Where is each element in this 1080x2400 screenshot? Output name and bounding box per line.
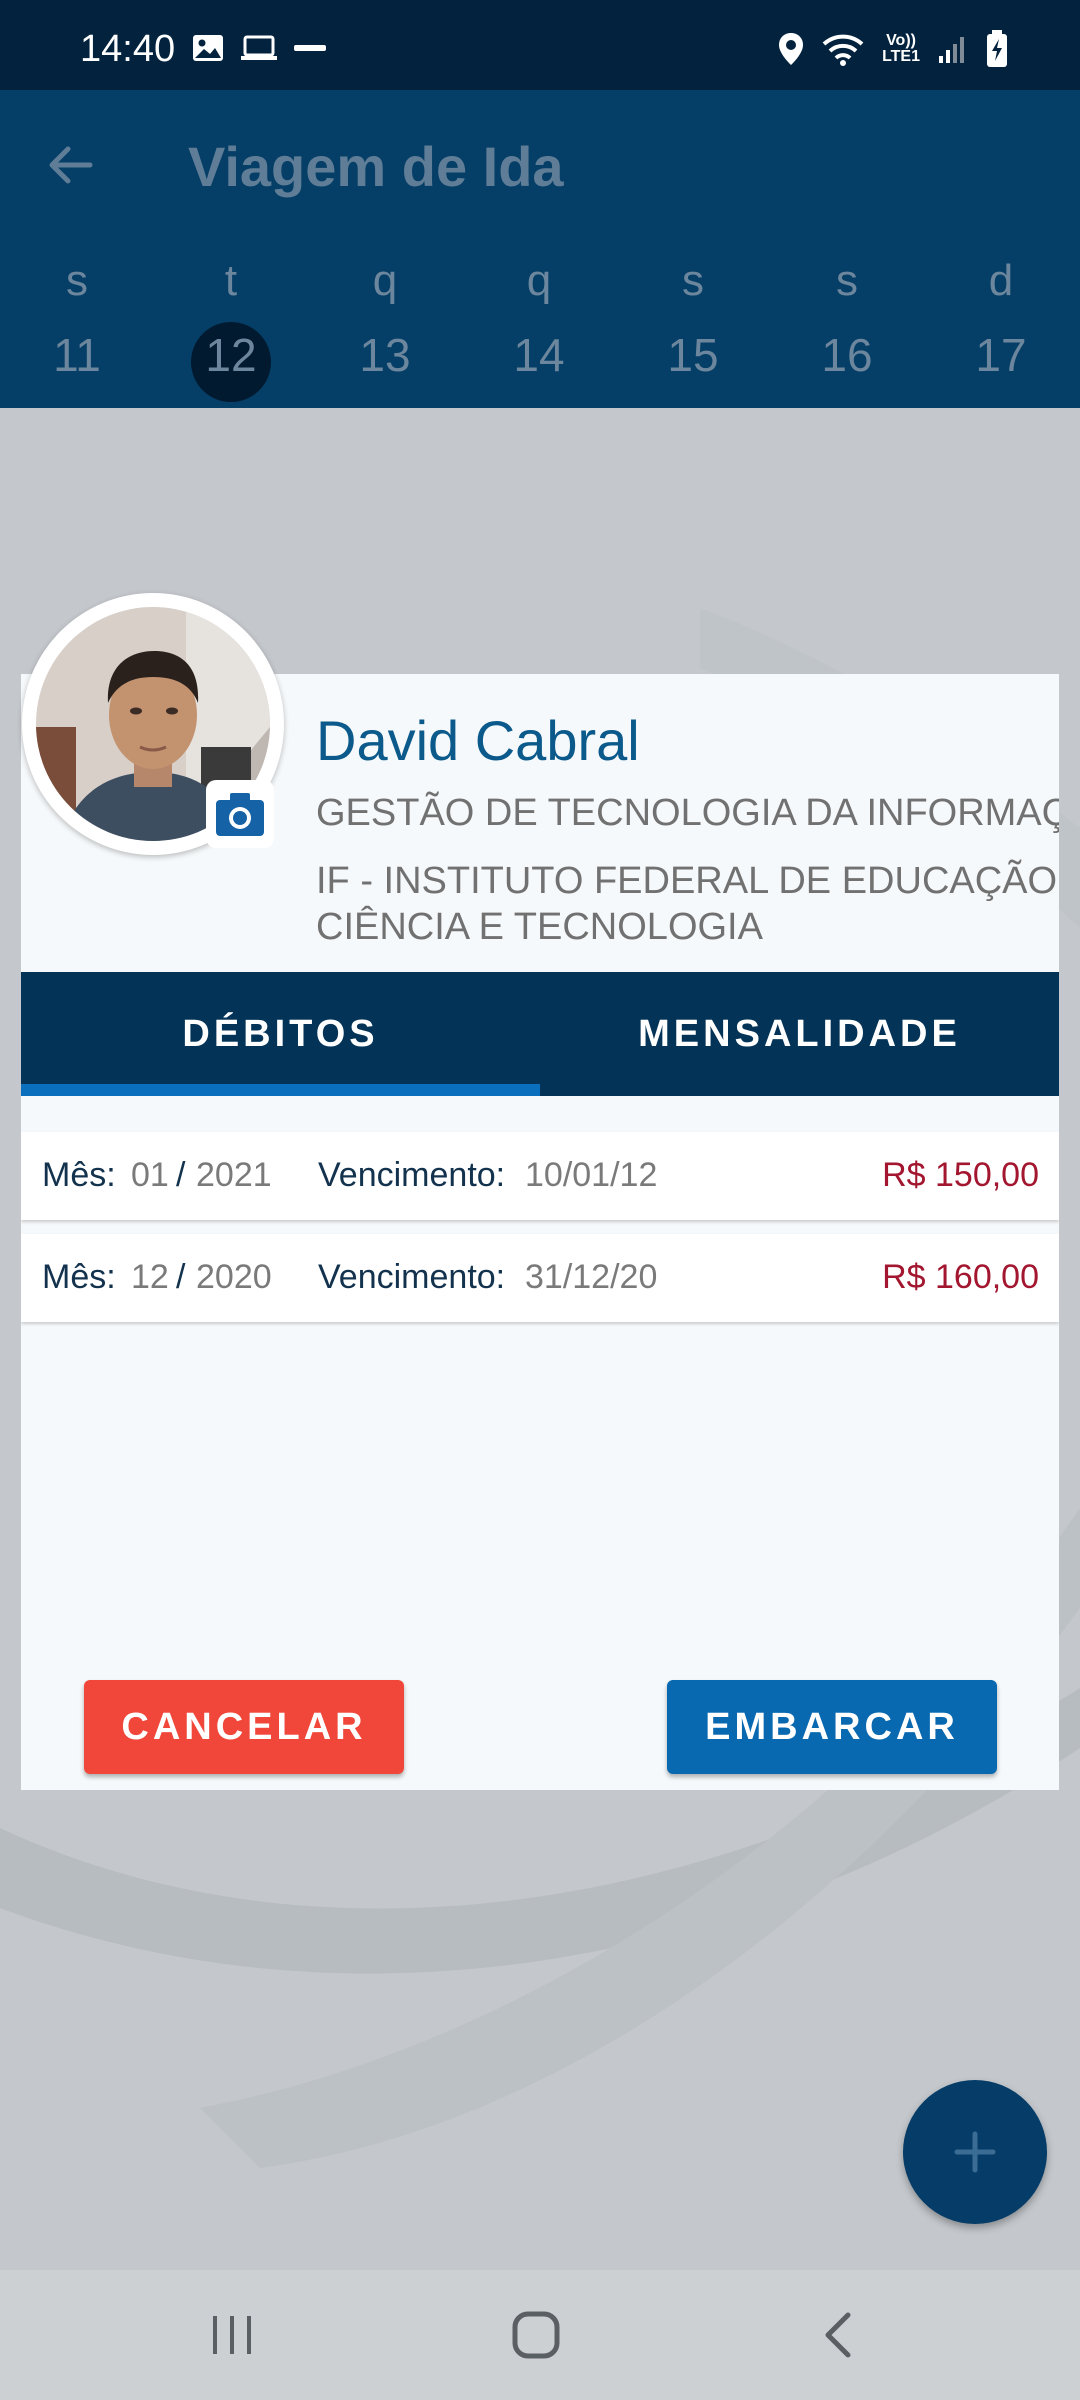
list-item[interactable]: Mês: 01 / 2021 Vencimento: 10/01/12 R$ 1…: [21, 1132, 1059, 1220]
arrow-left-icon[interactable]: [40, 135, 100, 195]
volte-label: Vo)): [886, 32, 916, 49]
app-bar: Viagem de Ida: [0, 90, 1080, 240]
debit-amount: R$ 160,00: [882, 1258, 1039, 1296]
home-button[interactable]: [496, 2300, 576, 2370]
camera-icon: [216, 793, 264, 836]
year-value: 2020: [196, 1258, 272, 1296]
home-icon: [512, 2311, 560, 2359]
month-value: 12: [131, 1258, 169, 1296]
image-icon: [193, 35, 223, 61]
back-icon: [825, 2312, 851, 2358]
day-14[interactable]: q 14: [462, 240, 616, 408]
day-letter: q: [372, 256, 398, 305]
day-number: 11: [53, 329, 101, 381]
day-11[interactable]: s 11: [0, 240, 154, 408]
debit-list: Mês: 01 / 2021 Vencimento: 10/01/12 R$ 1…: [21, 1132, 1059, 1336]
status-time: 14:40: [80, 28, 176, 70]
recent-apps-button[interactable]: [192, 2300, 272, 2370]
day-letter: d: [988, 256, 1014, 305]
add-fab-button[interactable]: [903, 2080, 1047, 2224]
user-course: GESTÃO DE TECNOLOGIA DA INFORMAÇÃO: [316, 792, 1059, 834]
day-letter: s: [66, 256, 88, 305]
battery-charging-icon: [987, 30, 1007, 67]
cancel-button[interactable]: CANCELAR: [84, 1680, 404, 1774]
nav-back-button[interactable]: [798, 2300, 878, 2370]
tab-debitos[interactable]: DÉBITOS: [21, 972, 540, 1096]
day-number: 12: [205, 329, 257, 381]
due-date: 10/01/12: [525, 1156, 658, 1194]
recent-apps-icon: [213, 2316, 251, 2354]
month-label: Mês:: [42, 1258, 116, 1296]
day-number: 15: [667, 329, 719, 381]
month-label: Mês:: [42, 1156, 116, 1194]
day-letter: t: [224, 256, 238, 305]
user-institution: IF - INSTITUTO FEDERAL DE EDUCAÇÃO CIÊNC…: [316, 860, 1058, 948]
user-name: David Cabral: [316, 709, 640, 772]
year-value: 2021: [196, 1156, 272, 1194]
day-number: 14: [513, 329, 565, 381]
active-tab-indicator: [21, 1084, 540, 1096]
day-number: 16: [821, 329, 873, 381]
location-icon: [779, 33, 804, 65]
status-icons-left: [192, 34, 326, 62]
day-17[interactable]: d 17: [924, 240, 1078, 408]
day-letter: s: [682, 256, 704, 305]
day-number: 17: [975, 329, 1027, 381]
list-item[interactable]: Mês: 12 / 2020 Vencimento: 31/12/20 R$ 1…: [21, 1234, 1059, 1322]
plus-icon: [954, 2131, 996, 2173]
month-value: 01: [131, 1156, 169, 1194]
status-icons-right: Vo)) LTE1: [778, 30, 1008, 68]
app-notification-icon: [294, 45, 326, 51]
status-bar: 14:40 Vo)) LTE1: [0, 0, 1080, 90]
day-15[interactable]: s 15: [616, 240, 770, 408]
due-date: 31/12/20: [525, 1258, 658, 1296]
page-title: Viagem de Ida: [188, 135, 564, 198]
week-strip: s 11 t 12 q 13 q 14 s 15 s 16 d 17: [0, 240, 1080, 408]
tab-bar: DÉBITOS MENSALIDADE: [21, 972, 1059, 1096]
change-photo-button[interactable]: [206, 780, 274, 848]
month-separator: /: [176, 1258, 186, 1296]
signal-icon: [939, 37, 964, 63]
lte-label: LTE1: [882, 48, 920, 65]
embark-button[interactable]: EMBARCAR: [667, 1680, 997, 1774]
day-12[interactable]: t 12: [154, 240, 308, 408]
tab-mensalidade[interactable]: MENSALIDADE: [540, 972, 1059, 1096]
day-letter: s: [836, 256, 858, 305]
day-13[interactable]: q 13: [308, 240, 462, 408]
laptop-icon: [241, 35, 277, 60]
day-letter: q: [526, 256, 552, 305]
system-nav-bar: [0, 2270, 1080, 2400]
due-label: Vencimento:: [318, 1156, 506, 1194]
due-label: Vencimento:: [318, 1258, 506, 1296]
day-16[interactable]: s 16: [770, 240, 924, 408]
month-separator: /: [176, 1156, 186, 1194]
day-number: 13: [359, 329, 411, 381]
volte-icon: Vo)) LTE1: [882, 33, 920, 65]
debit-amount: R$ 150,00: [882, 1156, 1039, 1194]
wifi-icon: [822, 34, 864, 66]
